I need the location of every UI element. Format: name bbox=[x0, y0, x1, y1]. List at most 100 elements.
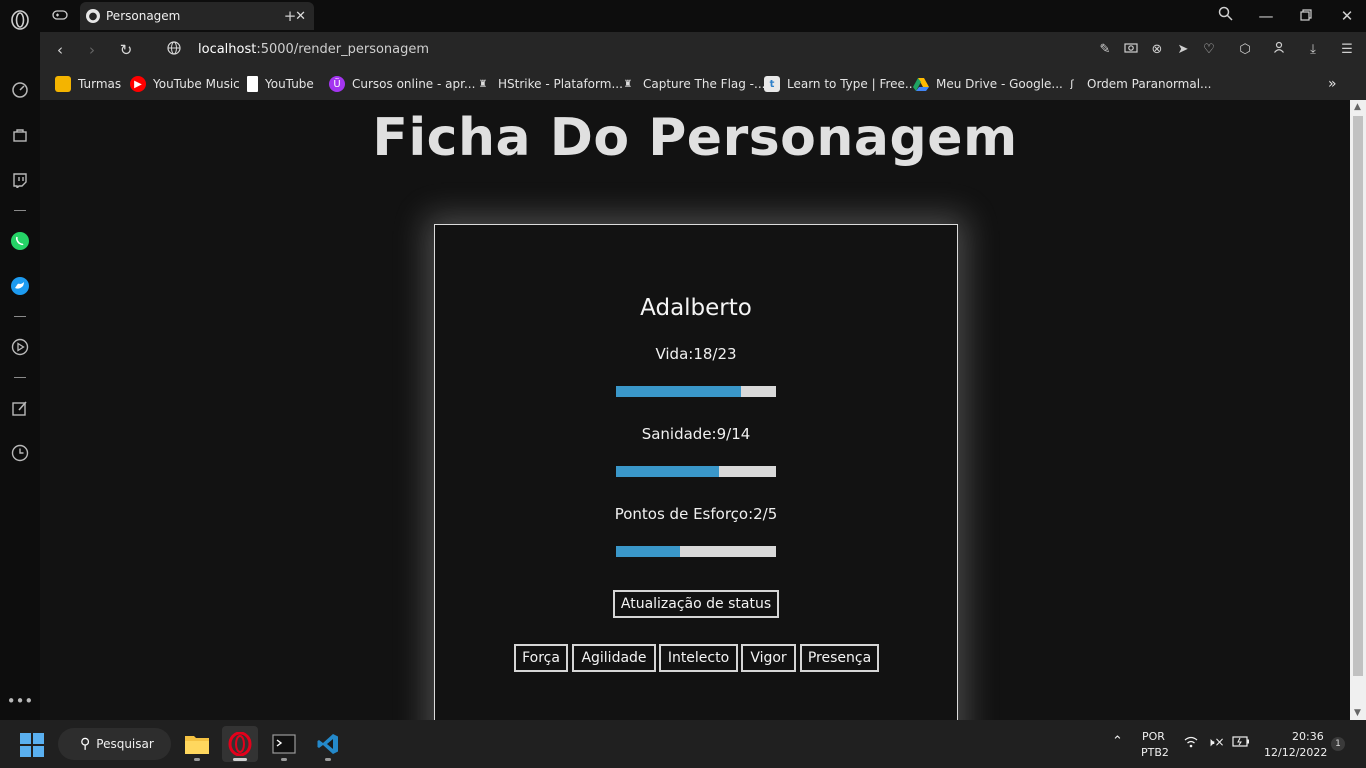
player-icon[interactable] bbox=[8, 335, 32, 359]
app-running-indicator bbox=[281, 758, 287, 761]
agilidade-button[interactable]: Agilidade bbox=[572, 644, 656, 672]
page-viewport: Ficha Do Personagem Adalberto Vida:18/23… bbox=[40, 100, 1350, 720]
ordem-paranormal-icon: ʃ bbox=[1070, 78, 1074, 90]
cube-icon[interactable]: ⬡ bbox=[1236, 41, 1254, 59]
pinboard-icon[interactable] bbox=[8, 396, 32, 420]
scroll-up-arrow-icon[interactable]: ▲ bbox=[1354, 102, 1361, 112]
bookmark-label: HStrike - Plataform... bbox=[498, 77, 623, 91]
keyboard-layout[interactable]: PTB2 bbox=[1141, 746, 1169, 759]
clock-time[interactable]: 20:36 bbox=[1292, 730, 1324, 743]
stat-label-pontos-esforco: Pontos de Esforço:2/5 bbox=[614, 505, 778, 523]
ctf-icon: ♜ bbox=[623, 78, 633, 90]
url-host: localhost bbox=[198, 42, 257, 57]
heart-icon[interactable]: ♡ bbox=[1200, 41, 1218, 59]
shopping-bag-icon[interactable] bbox=[8, 123, 32, 147]
easy-setup-icon[interactable]: ☰ bbox=[1338, 41, 1356, 59]
app-running-indicator bbox=[194, 758, 200, 761]
restore-icon[interactable] bbox=[1296, 6, 1316, 26]
vscode-icon[interactable] bbox=[310, 726, 346, 762]
progress-bar-vida bbox=[616, 386, 776, 397]
show-hidden-icons-icon[interactable]: ⌃ bbox=[1112, 734, 1123, 749]
bookmark-label: Capture The Flag -... bbox=[643, 77, 766, 91]
twitter-icon[interactable] bbox=[8, 274, 32, 298]
intelecto-button[interactable]: Intelecto bbox=[659, 644, 738, 672]
update-status-button[interactable]: Atualização de status bbox=[613, 590, 779, 618]
bookmark-meu-drive[interactable]: Meu Drive - Google... bbox=[913, 75, 1063, 93]
edit-icon[interactable]: ✎ bbox=[1096, 41, 1114, 59]
stat-label-vida: Vida:18/23 bbox=[655, 345, 737, 363]
hstrike-icon: ♜ bbox=[478, 78, 488, 90]
speed-dial-icon[interactable] bbox=[8, 78, 32, 102]
page-scrollbar[interactable]: ▲ ▼ bbox=[1350, 100, 1366, 720]
more-bookmarks-icon[interactable]: » bbox=[1328, 75, 1337, 93]
minimize-icon[interactable]: — bbox=[1256, 6, 1276, 26]
presenca-button[interactable]: Presença bbox=[800, 644, 879, 672]
bookmark-youtube[interactable]: YouTube bbox=[247, 75, 314, 93]
bookmark-label: Turmas bbox=[78, 77, 122, 91]
vigor-button[interactable]: Vigor bbox=[741, 644, 796, 672]
language-indicator[interactable]: POR bbox=[1142, 730, 1165, 743]
progress-fill-sanidade bbox=[616, 466, 719, 477]
snapshot-camera-icon[interactable] bbox=[1122, 41, 1140, 59]
url-field[interactable]: localhost:5000/render_personagem bbox=[198, 42, 429, 57]
notification-badge[interactable]: 1 bbox=[1331, 737, 1345, 751]
stat-label-sanidade: Sanidade:9/14 bbox=[641, 425, 751, 443]
new-tab-icon[interactable]: + bbox=[280, 6, 300, 26]
history-icon[interactable] bbox=[8, 441, 32, 465]
bookmark-label: YouTube bbox=[265, 77, 314, 91]
battery-icon[interactable] bbox=[1232, 736, 1250, 750]
sidebar-divider bbox=[14, 316, 26, 317]
clock-date[interactable]: 12/12/2022 bbox=[1264, 746, 1327, 759]
bookmark-label: Cursos online - apr... bbox=[352, 77, 476, 91]
close-window-icon[interactable]: ✕ bbox=[1337, 6, 1357, 26]
forward-icon[interactable]: › bbox=[82, 40, 102, 60]
bookmarks-bar: Turmas ▶ YouTube Music YouTube Ü Cursos … bbox=[40, 68, 1366, 100]
bookmark-youtube-music[interactable]: ▶ YouTube Music bbox=[130, 75, 240, 93]
send-icon[interactable]: ➤ bbox=[1174, 41, 1192, 59]
bookmark-cursos-online[interactable]: Ü Cursos online - apr... bbox=[329, 75, 475, 93]
typing-icon: t bbox=[764, 76, 780, 92]
file-explorer-icon[interactable] bbox=[179, 726, 215, 762]
character-name: Adalberto bbox=[640, 295, 752, 321]
taskbar: ⚲ Pesquisar ⌃ POR PTB2 🕨× 20:36 12/12/20… bbox=[0, 720, 1366, 768]
progress-bar-sanidade bbox=[616, 466, 776, 477]
adblock-icon[interactable]: ⊗ bbox=[1148, 41, 1166, 59]
scrollbar-thumb[interactable] bbox=[1353, 116, 1363, 676]
tab-strip: ● Personagem ✕ + — ✕ bbox=[40, 0, 1366, 32]
bookmark-label: Ordem Paranormal... bbox=[1087, 77, 1212, 91]
bookmark-learn-to-type[interactable]: t Learn to Type | Free... bbox=[764, 75, 916, 93]
google-classroom-icon bbox=[55, 76, 71, 92]
windows-start-icon[interactable] bbox=[20, 733, 44, 757]
progress-bar-pontos-esforco bbox=[616, 546, 776, 557]
volume-muted-icon[interactable]: 🕨× bbox=[1207, 735, 1225, 750]
back-icon[interactable]: ‹ bbox=[50, 40, 70, 60]
twitch-icon[interactable] bbox=[8, 168, 32, 192]
scroll-down-arrow-icon[interactable]: ▼ bbox=[1354, 708, 1361, 718]
sidebar-divider bbox=[14, 210, 26, 211]
reload-icon[interactable]: ↻ bbox=[116, 40, 136, 60]
terminal-icon[interactable] bbox=[266, 726, 302, 762]
site-info-globe-icon[interactable] bbox=[164, 40, 184, 60]
downloads-icon[interactable]: ⤓ bbox=[1304, 41, 1322, 59]
opera-menu-icon[interactable] bbox=[8, 8, 32, 32]
bookmark-hstrike[interactable]: ♜ HStrike - Plataform... bbox=[475, 75, 623, 93]
app-active-indicator bbox=[233, 758, 247, 761]
taskbar-search[interactable]: ⚲ Pesquisar bbox=[58, 728, 171, 760]
profile-icon[interactable] bbox=[1270, 41, 1288, 59]
bookmark-label: Meu Drive - Google... bbox=[936, 77, 1063, 91]
whatsapp-icon[interactable] bbox=[8, 229, 32, 253]
progress-fill-pontos-esforco bbox=[616, 546, 680, 557]
document-icon bbox=[247, 76, 258, 92]
gamepad-icon[interactable] bbox=[50, 6, 70, 26]
opera-taskbar-icon[interactable] bbox=[222, 726, 258, 762]
forca-button[interactable]: Força bbox=[514, 644, 568, 672]
google-drive-icon bbox=[913, 76, 929, 92]
bookmark-ordem-paranormal[interactable]: ʃ Ordem Paranormal... bbox=[1064, 75, 1212, 93]
tab-personagem[interactable]: ● Personagem ✕ bbox=[80, 2, 314, 30]
more-options-icon[interactable]: ••• bbox=[7, 689, 34, 713]
search-tabs-icon[interactable] bbox=[1215, 6, 1235, 26]
search-icon: ⚲ bbox=[80, 736, 91, 752]
wifi-icon[interactable] bbox=[1184, 736, 1198, 751]
bookmark-capture-the-flag[interactable]: ♜ Capture The Flag -... bbox=[620, 75, 766, 93]
bookmark-turmas[interactable]: Turmas bbox=[55, 75, 121, 93]
